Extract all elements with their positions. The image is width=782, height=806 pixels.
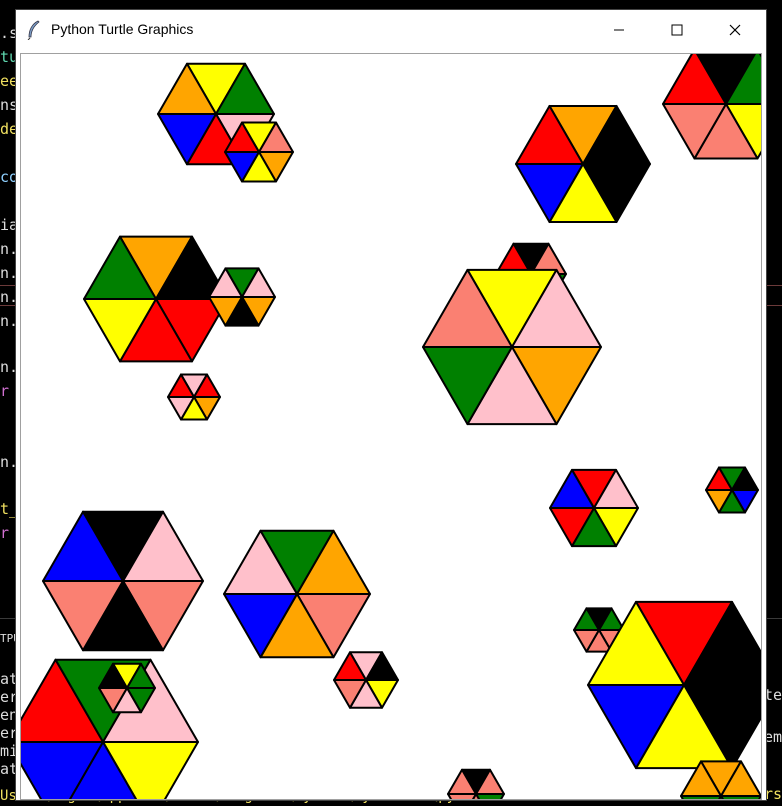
close-button[interactable] [706,10,764,50]
hexagon [705,466,759,514]
close-icon [729,24,741,36]
terminal-output-line: te [764,686,782,704]
hexagon [167,373,221,421]
hexagon [422,268,602,426]
feather-icon [27,20,40,40]
terminal-line: r [0,524,10,542]
hexagon-triangle [475,793,505,799]
maximize-button[interactable] [648,10,706,50]
hexagon [515,104,651,224]
minimize-button[interactable] [590,10,648,50]
turtle-window[interactable]: Python Turtle Graphics [16,10,766,800]
terminal-output-line: rs [764,785,782,803]
hexagon [447,768,505,799]
window-title: Python Turtle Graphics [51,21,194,37]
terminal-line: r [0,382,10,400]
hexagon [83,235,229,363]
maximize-icon [671,24,683,36]
hexagon [662,54,761,160]
terminal-output-line: em [764,728,782,746]
hexagon-triangle [720,795,761,799]
minimize-icon [614,29,624,31]
hexagon [333,651,399,709]
turtle-canvas-frame[interactable] [20,53,762,800]
turtle-canvas[interactable] [21,54,761,799]
hexagon [223,529,371,659]
hexagon [549,468,639,548]
hexagon [208,267,276,327]
hexagon [42,510,204,652]
title-bar[interactable]: Python Turtle Graphics [16,10,766,50]
